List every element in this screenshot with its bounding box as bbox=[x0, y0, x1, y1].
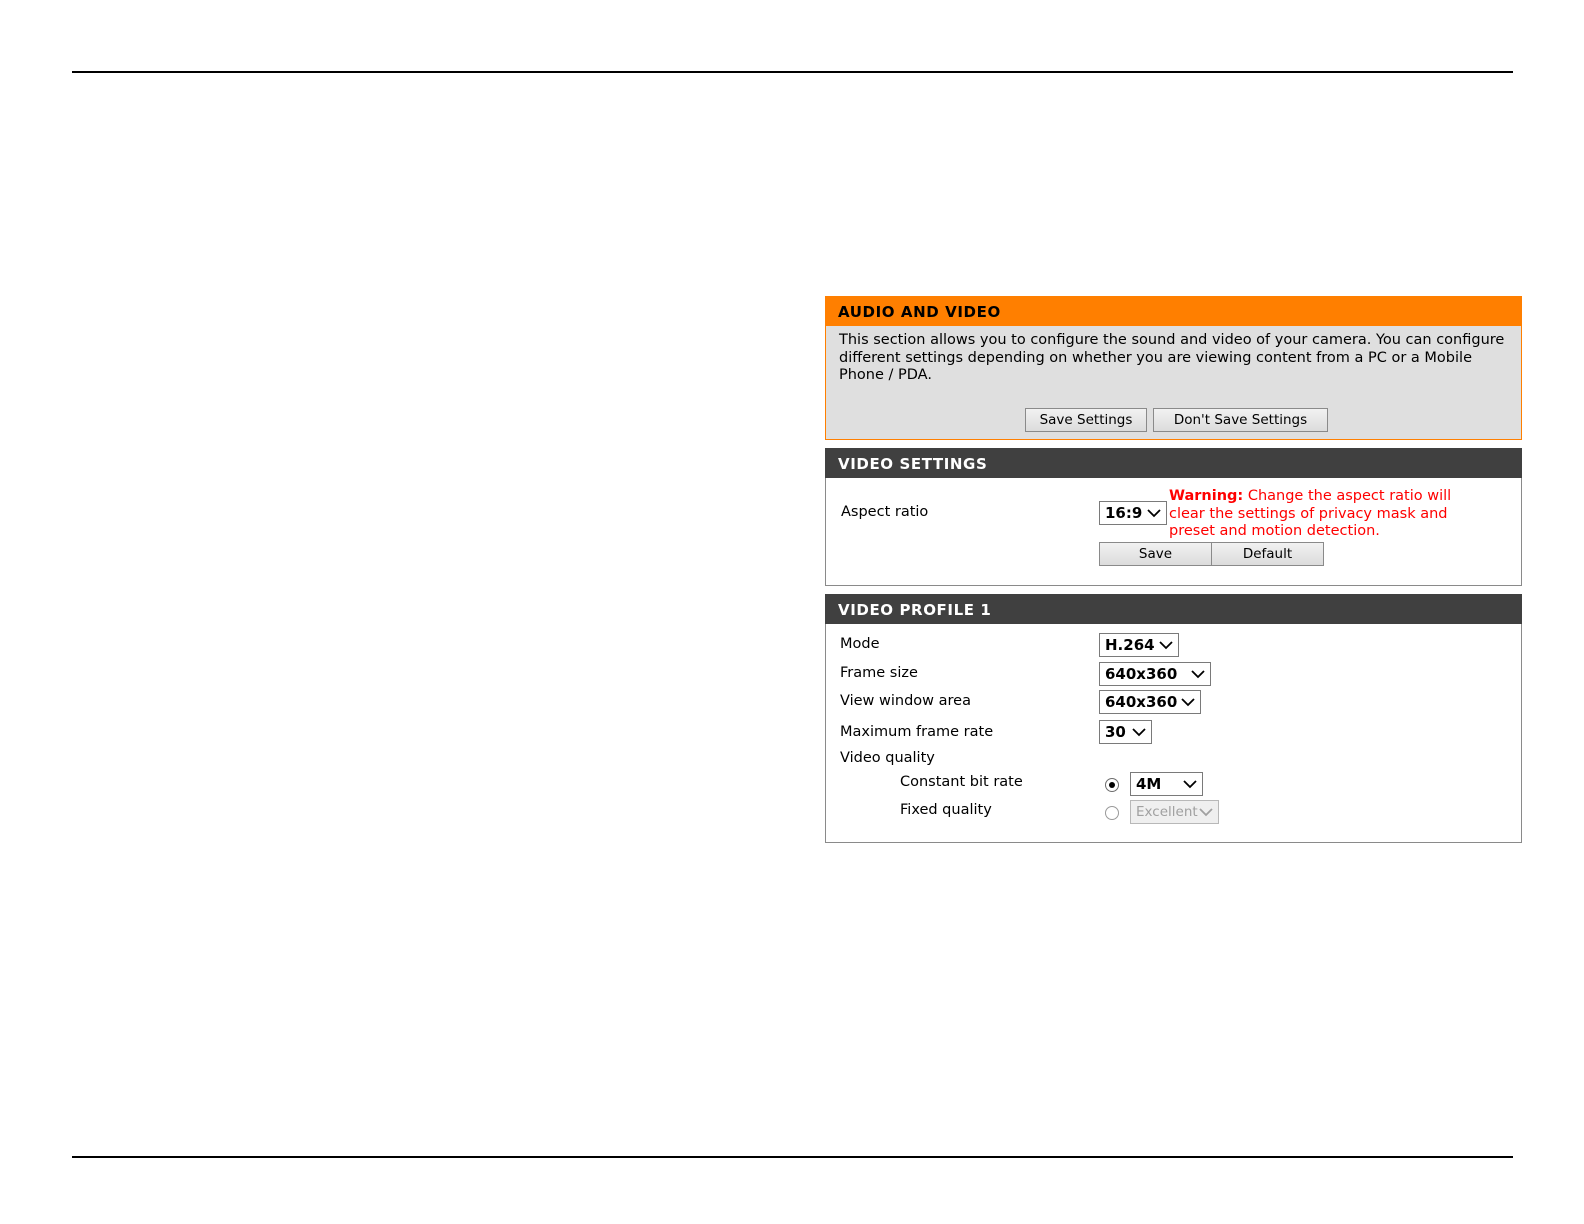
mode-select[interactable]: H.264 bbox=[1099, 633, 1179, 657]
video-settings-body: Aspect ratio 16:9 Warning: Change the as… bbox=[825, 478, 1522, 586]
settings-panel: AUDIO AND VIDEO This section allows you … bbox=[825, 296, 1522, 843]
audio-video-section: AUDIO AND VIDEO This section allows you … bbox=[825, 296, 1522, 440]
audio-video-description: This section allows you to configure the… bbox=[839, 332, 1505, 383]
audio-video-body: This section allows you to configure the… bbox=[825, 326, 1522, 440]
aspect-ratio-label: Aspect ratio bbox=[841, 504, 929, 520]
frame-size-value: 640x360 bbox=[1105, 665, 1178, 683]
max-frame-rate-select[interactable]: 30 bbox=[1099, 720, 1152, 744]
warning-prefix: Warning: bbox=[1169, 488, 1244, 504]
fixed-quality-radio[interactable] bbox=[1105, 806, 1119, 820]
constant-bit-rate-select[interactable]: 4M bbox=[1130, 772, 1203, 796]
dont-save-settings-button[interactable]: Don't Save Settings bbox=[1153, 408, 1328, 432]
top-rule bbox=[72, 71, 1513, 73]
aspect-ratio-warning: Warning: Change the aspect ratio will cl… bbox=[1169, 488, 1479, 541]
chevron-down-icon bbox=[1183, 780, 1197, 789]
video-profile-section: VIDEO PROFILE 1 Mode H.264 Frame size 64… bbox=[825, 594, 1522, 843]
mode-label: Mode bbox=[840, 636, 880, 652]
save-button[interactable]: Save bbox=[1099, 542, 1212, 566]
max-frame-rate-value: 30 bbox=[1105, 723, 1126, 741]
mode-value: H.264 bbox=[1105, 636, 1155, 654]
constant-bit-rate-label: Constant bit rate bbox=[900, 774, 1023, 790]
video-profile-header: VIDEO PROFILE 1 bbox=[825, 594, 1522, 624]
video-settings-section: VIDEO SETTINGS Aspect ratio 16:9 Warning… bbox=[825, 448, 1522, 586]
constant-bit-rate-radio[interactable] bbox=[1105, 778, 1119, 792]
fixed-quality-select[interactable]: Excellent bbox=[1130, 800, 1219, 824]
fixed-quality-value: Excellent bbox=[1136, 804, 1198, 820]
aspect-ratio-value: 16:9 bbox=[1105, 504, 1143, 522]
bottom-rule bbox=[72, 1156, 1513, 1158]
frame-size-select[interactable]: 640x360 bbox=[1099, 662, 1211, 686]
view-window-area-value: 640x360 bbox=[1105, 693, 1178, 711]
video-quality-label: Video quality bbox=[840, 750, 935, 766]
view-window-area-label: View window area bbox=[840, 693, 971, 709]
max-frame-rate-label: Maximum frame rate bbox=[840, 724, 994, 740]
video-settings-header: VIDEO SETTINGS bbox=[825, 448, 1522, 478]
chevron-down-icon bbox=[1191, 670, 1205, 679]
chevron-down-icon bbox=[1159, 641, 1173, 650]
view-window-area-select[interactable]: 640x360 bbox=[1099, 690, 1201, 714]
radio-selected-icon bbox=[1109, 782, 1115, 788]
aspect-ratio-select[interactable]: 16:9 bbox=[1099, 501, 1167, 525]
frame-size-label: Frame size bbox=[840, 665, 918, 681]
chevron-down-icon bbox=[1199, 808, 1213, 817]
constant-bit-rate-value: 4M bbox=[1136, 775, 1162, 793]
video-profile-body: Mode H.264 Frame size 640x360 View windo… bbox=[825, 624, 1522, 843]
chevron-down-icon bbox=[1132, 728, 1146, 737]
audio-video-header: AUDIO AND VIDEO bbox=[825, 296, 1522, 326]
fixed-quality-label: Fixed quality bbox=[900, 802, 992, 818]
chevron-down-icon bbox=[1181, 698, 1195, 707]
save-settings-button[interactable]: Save Settings bbox=[1025, 408, 1147, 432]
default-button[interactable]: Default bbox=[1211, 542, 1324, 566]
chevron-down-icon bbox=[1147, 509, 1161, 518]
